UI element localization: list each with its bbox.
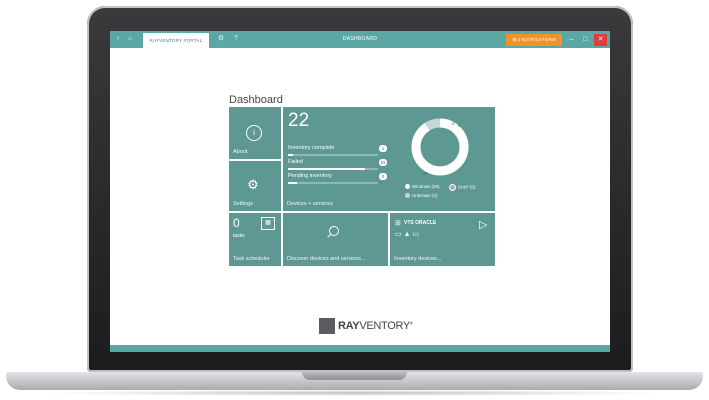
notifications-label: 3 NOTIFICATIONS — [517, 37, 556, 42]
brand-name-rest: VENTORY — [359, 320, 411, 332]
brand-registered-mark: ® — [410, 320, 413, 326]
task-count: 0 — [233, 216, 240, 230]
play-icon[interactable]: ▷ — [479, 218, 487, 231]
inventory-devices-label: Inventory devices... — [394, 256, 442, 262]
about-tile[interactable]: i About — [229, 107, 281, 159]
legend-unknown: Unknown (2) — [405, 193, 438, 199]
legend-unix-text: Unix* (0) — [458, 184, 476, 190]
stat-track — [288, 182, 378, 184]
calendar-icon: ▦ — [261, 217, 275, 230]
page-title: Dashboard — [229, 94, 283, 106]
laptop-shadow — [40, 390, 669, 396]
stat-badge: 1 — [379, 145, 387, 152]
help-icon[interactable]: ? — [232, 35, 240, 43]
brand-name-bold: RAY — [338, 320, 360, 332]
donut-segment-windows — [411, 118, 469, 176]
about-label: About — [233, 149, 248, 155]
legend-unknown-text: Unknown (2) — [412, 193, 438, 198]
laptop-notch — [302, 372, 407, 380]
legend-dot — [449, 184, 456, 191]
stat-track — [288, 168, 378, 170]
os-donut-chart: 2 0 20 — [411, 118, 469, 176]
brand-mark-icon — [319, 318, 335, 334]
legend-unix: Unix* (0) — [449, 184, 476, 191]
stat-inventory-complete: Inventory complete 1 — [288, 145, 387, 159]
maximize-button[interactable]: □ — [579, 34, 592, 46]
legend-windows-text: Windows (20) — [412, 184, 440, 189]
info-icon: i — [246, 125, 262, 141]
app-screen: ‹ ⌂ RAYVENTORY PORTAL ⚙ ? DASHBOARD ⊞ 3 … — [110, 31, 610, 352]
stat-badge: 2 — [379, 173, 387, 180]
close-button[interactable]: ✕ — [594, 34, 607, 46]
stat-failed: Failed 19 — [288, 159, 387, 173]
inventory-devices-tile[interactable]: ⊞ VTS ORACLE ▭▲▭ ▷ Inventory devices... — [390, 213, 495, 266]
legend-dot — [405, 184, 410, 190]
donut-label-unix: 0 — [458, 123, 461, 128]
legend-windows: Windows (20) — [405, 184, 440, 190]
donut-label-windows: 20 — [423, 171, 429, 176]
task-scheduler-tile[interactable]: 0 tasks ▦ Task scheduler — [229, 213, 281, 266]
discover-tile[interactable]: Discover devices and services... — [283, 213, 388, 266]
devices-services-tile[interactable]: 22 Inventory complete 1 Failed 19 Pendin… — [283, 107, 495, 211]
discover-label: Discover devices and services... — [287, 256, 366, 262]
home-icon[interactable]: ⌂ — [126, 35, 134, 43]
tasks-label: tasks — [233, 233, 245, 239]
back-icon[interactable]: ‹ — [114, 35, 122, 43]
stat-fill — [288, 168, 366, 170]
device-total: 22 — [288, 110, 310, 131]
stat-fill — [288, 154, 293, 156]
search-icon-handle — [327, 233, 332, 238]
stat-label: Inventory complete — [288, 145, 335, 151]
stat-pending-inventory: Pending inventory 2 — [288, 173, 387, 187]
legend-dot — [405, 193, 410, 199]
stat-track — [288, 154, 378, 156]
stat-fill — [288, 182, 297, 184]
device-type-icons: ▭▲▭ — [395, 231, 422, 238]
devices-services-label: Devices + services — [287, 201, 334, 207]
stat-badge: 19 — [379, 159, 387, 166]
tab-portal[interactable]: RAYVENTORY PORTAL — [143, 33, 209, 48]
gear-icon[interactable]: ⚙ — [217, 35, 225, 43]
task-scheduler-label: Task scheduler — [233, 256, 270, 262]
minimize-button[interactable]: – — [565, 34, 578, 46]
vendor-icon: ⊞ — [395, 220, 401, 227]
settings-tile[interactable]: ⚙ Settings — [229, 161, 281, 211]
brand-name: RAYVENTORY® — [338, 320, 413, 332]
notifications-button[interactable]: ⊞ 3 NOTIFICATIONS — [506, 34, 562, 46]
settings-gear-icon: ⚙ — [247, 177, 259, 192]
settings-label: Settings — [233, 201, 253, 207]
stat-label: Failed — [288, 159, 303, 165]
vendor-label: VTS ORACLE — [404, 220, 437, 226]
screen-bottom-bar — [110, 345, 610, 352]
stat-label: Pending inventory — [288, 173, 333, 179]
title-bar: ‹ ⌂ RAYVENTORY PORTAL ⚙ ? DASHBOARD ⊞ 3 … — [110, 31, 610, 48]
